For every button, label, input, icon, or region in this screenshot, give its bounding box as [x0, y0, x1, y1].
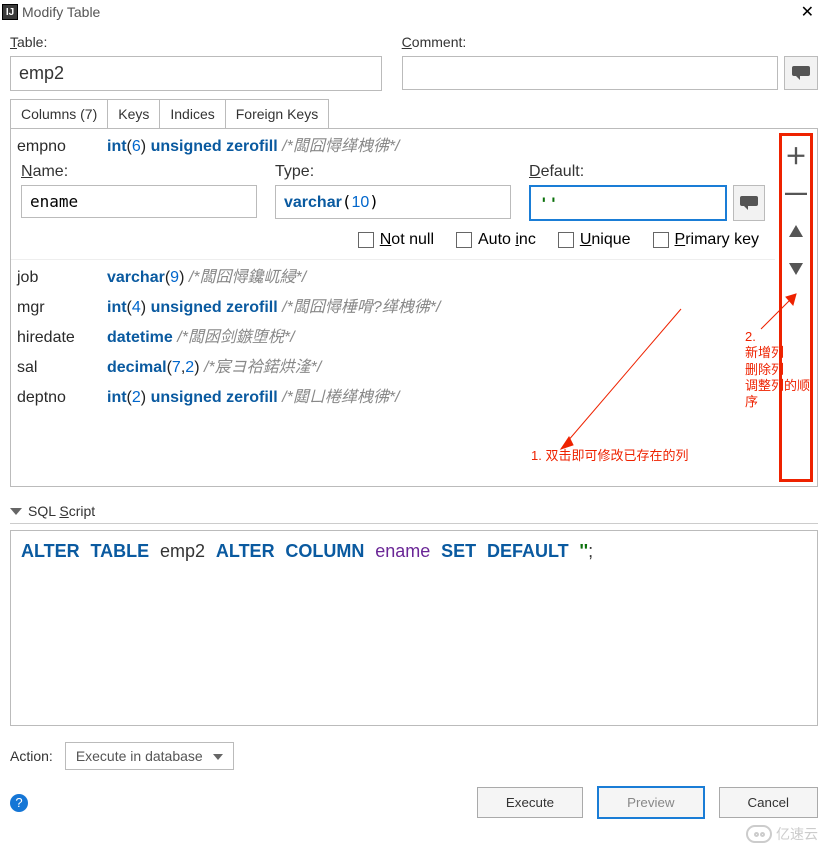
default-expand-button[interactable] — [733, 185, 765, 221]
column-side-controls: ＋ — — [779, 133, 813, 482]
columns-panel: empno int(6) unsigned zerofill /*闆囧憳缂栧彿*… — [10, 129, 818, 487]
tab-columns[interactable]: Columns (7) — [11, 100, 108, 128]
execute-button[interactable]: Execute — [477, 787, 583, 818]
action-select[interactable]: Execute in database — [65, 742, 234, 770]
name-label: Name: — [21, 163, 257, 181]
tab-keys[interactable]: Keys — [108, 100, 160, 128]
comment-input[interactable] — [402, 56, 778, 90]
notnull-checkbox[interactable]: Not null — [358, 231, 434, 249]
column-default-input[interactable] — [529, 185, 727, 221]
column-row[interactable]: jobvarchar(9) /*闆囧憳鑱屼綅*/ — [11, 260, 775, 290]
column-row[interactable]: mgrint(4) unsigned zerofill /*闆囧憳棰嗗?缂栧彿*… — [11, 290, 775, 320]
preview-button[interactable]: Preview — [597, 786, 704, 819]
help-icon[interactable]: ? — [10, 794, 28, 812]
comment-label: Comment: — [402, 34, 818, 50]
column-editor: Name: Type: varchar(10) Default: — [11, 159, 775, 260]
add-column-button[interactable]: ＋ — [782, 136, 810, 174]
title-bar: IJ Modify Table ✕ — [0, 0, 828, 30]
cancel-button[interactable]: Cancel — [719, 787, 819, 818]
collapse-icon — [10, 508, 22, 515]
action-label: Action: — [10, 748, 53, 764]
column-row[interactable]: hiredatedatetime /*闆囦剑鏃堕棿*/ — [11, 320, 775, 350]
sql-script-header[interactable]: SQL Script — [10, 503, 818, 524]
window-title: Modify Table — [22, 4, 100, 20]
table-name-input[interactable] — [10, 56, 382, 91]
remove-column-button[interactable]: — — [782, 174, 810, 212]
comment-expand-button[interactable] — [784, 56, 818, 90]
tabs: Columns (7) Keys Indices Foreign Keys — [10, 99, 329, 128]
unique-checkbox[interactable]: Unique — [558, 231, 631, 249]
sql-script-box[interactable]: ALTER TABLE emp2 ALTER COLUMN ename SET … — [10, 530, 818, 726]
primarykey-checkbox[interactable]: Primary key — [653, 231, 759, 249]
default-label: Default: — [529, 163, 765, 181]
column-row[interactable]: deptnoint(2) unsigned zerofill /*閮ㄩ棬缂栧彿*… — [11, 380, 775, 410]
autoinc-checkbox[interactable]: Auto inc — [456, 231, 536, 249]
app-icon: IJ — [2, 4, 18, 20]
column-row[interactable]: empno int(6) unsigned zerofill /*闆囧憳缂栧彿*… — [11, 129, 775, 159]
type-label: Type: — [275, 163, 511, 181]
close-icon[interactable]: ✕ — [795, 2, 820, 22]
column-type-input[interactable]: varchar(10) — [275, 185, 511, 219]
tab-foreign-keys[interactable]: Foreign Keys — [226, 100, 328, 128]
move-up-button[interactable] — [782, 212, 810, 250]
move-down-button[interactable] — [782, 250, 810, 288]
tab-indices[interactable]: Indices — [160, 100, 225, 128]
table-label: Table: — [10, 34, 382, 50]
column-name-input[interactable] — [21, 185, 257, 218]
column-row[interactable]: saldecimal(7,2) /*宸ヨ祫鍩烘湰*/ — [11, 350, 775, 380]
